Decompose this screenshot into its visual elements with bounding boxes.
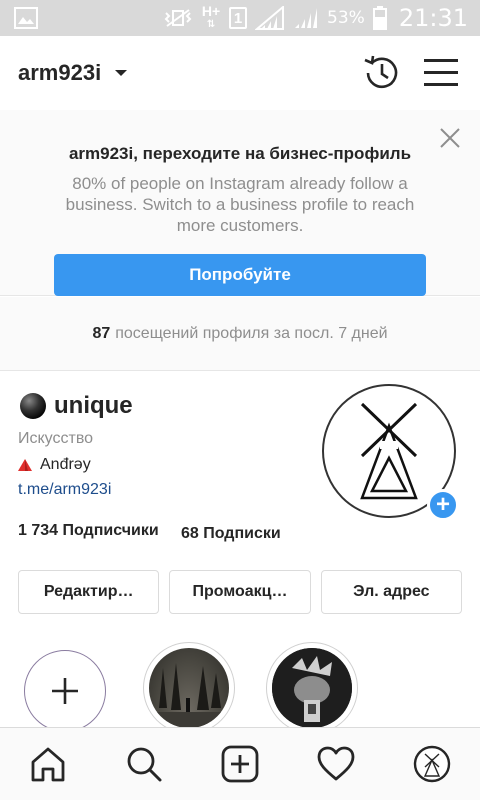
banner-description: 80% of people on Instagram already follo… [65,174,415,235]
status-icons: H+ ⇅ 1 53% 21:31 [163,0,468,36]
display-name-row: unique [20,392,133,420]
network-hplus-icon: H+ ⇅ [201,3,221,30]
plus-icon [52,678,78,704]
search-icon [127,747,162,782]
black-circle-emoji [20,393,46,419]
email-button[interactable]: Эл. адрес [320,570,462,614]
bio-text: Anđrəy [40,456,91,473]
visits-label: посещений профиля за посл. 7 дней [115,324,388,342]
profile-category: Искусство [18,430,94,447]
highlight-item[interactable] [266,642,358,734]
username-switcher[interactable]: arm923i [18,60,101,86]
nav-add-post[interactable] [220,744,260,784]
add-post-icon [221,745,259,783]
nav-home[interactable] [28,744,68,784]
banner-title: arm923i, переходите на бизнес-профиль [68,144,412,163]
profile-section: unique Искусство Anđrəy t.me/arm923i 1 7… [0,372,480,734]
chevron-down-icon[interactable] [114,68,128,78]
status-bar: H+ ⇅ 1 53% 21:31 [0,0,480,36]
highlight-image-forest [149,648,229,728]
followers-count[interactable]: 1 734 Подписчики [18,522,159,540]
promotions-button[interactable]: Промоакц… [169,570,311,614]
home-icon [31,747,65,782]
history-icon[interactable] [360,52,402,94]
business-profile-banner: arm923i, переходите на бизнес-профиль 80… [0,110,480,296]
bottom-navigation [0,727,480,800]
bio: Anđrəy [18,456,91,474]
battery-percent: 53% [327,8,365,28]
add-story-plus-icon[interactable]: + [427,489,459,521]
network-label: H+ [201,3,221,19]
profile-visits-insight[interactable]: 87 посещений профиля за посл. 7 дней [0,297,480,371]
profile-avatar-icon [413,745,451,783]
battery-icon [372,6,387,30]
highlight-item[interactable] [143,642,235,734]
following-count[interactable]: 68 Подписки [181,525,281,543]
sim1-icon: 1 [229,7,248,29]
clock: 21:31 [398,4,468,32]
menu-icon[interactable] [422,56,460,90]
activity-heart-icon [317,746,355,781]
sim-label: 1 [233,9,243,27]
try-business-button[interactable]: Попробуйте [54,254,426,296]
signal-icon [255,6,285,30]
nav-profile[interactable] [412,744,452,784]
instagram-profile-screen: H+ ⇅ 1 53% 21:31 arm923i arm923i, перехо… [0,0,480,800]
red-triangle-icon [18,459,32,471]
vibrate-icon [164,9,192,27]
story-highlights [0,640,480,734]
nav-activity[interactable] [316,744,356,784]
profile-actions: Редактир… Промоакц… Эл. адрес [18,570,462,614]
nav-search[interactable] [124,744,164,784]
app-header: arm923i [0,36,480,110]
image-notification-icon [14,7,38,29]
signal-icon [295,8,318,28]
edit-profile-button[interactable]: Редактир… [18,570,160,614]
display-name: unique [54,392,133,419]
new-highlight-button[interactable] [24,650,106,732]
visits-count: 87 [92,324,111,342]
highlight-image-portrait [272,648,352,728]
profile-link[interactable]: t.me/arm923i [18,481,111,499]
